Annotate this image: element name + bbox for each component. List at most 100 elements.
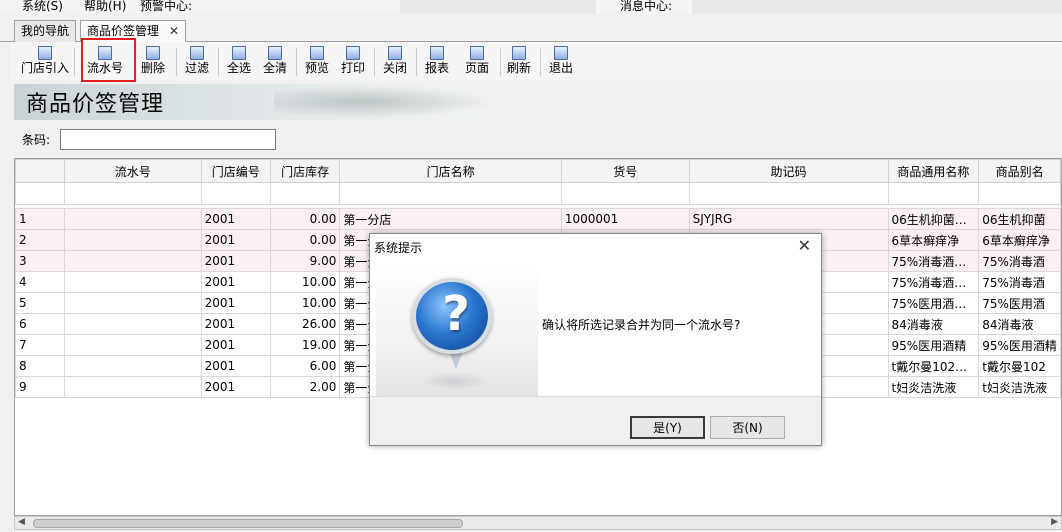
close-button[interactable]: 关闭 <box>380 44 410 78</box>
filter-cell[interactable] <box>887 182 980 205</box>
row-number-cell[interactable]: 4 <box>15 271 65 293</box>
serial-cell[interactable] <box>63 334 202 356</box>
table-row[interactable]: 1 2001 0.00 第一分店 1000001 SJYJRG 06生机抑菌… 06生机抑菌 <box>15 208 1061 230</box>
store-code-cell[interactable]: 2001 <box>200 208 271 230</box>
alias-cell[interactable]: 75%消毒酒 <box>978 250 1061 272</box>
common-name-cell[interactable]: t妇炎洁洗液 <box>887 376 980 398</box>
filter-cell[interactable] <box>339 182 562 205</box>
row-number-cell[interactable]: 8 <box>15 355 65 377</box>
serial-cell[interactable] <box>63 376 202 398</box>
delete-button[interactable]: 删除 <box>138 44 168 78</box>
row-number-cell[interactable]: 9 <box>15 376 65 398</box>
serial-cell[interactable] <box>63 250 202 272</box>
no-button[interactable]: 否(N) <box>710 416 785 439</box>
serial-cell[interactable] <box>63 313 202 335</box>
col-item-no[interactable]: 货号 <box>560 159 690 183</box>
yes-button[interactable]: 是(Y) <box>630 416 705 439</box>
serial-cell[interactable] <box>63 355 202 377</box>
item-no-cell[interactable]: 1000001 <box>560 208 690 230</box>
common-name-cell[interactable]: 84消毒液 <box>887 313 980 335</box>
stock-cell[interactable]: 6.00 <box>269 355 341 377</box>
stock-cell[interactable]: 10.00 <box>269 292 341 314</box>
filter-cell[interactable] <box>200 182 271 205</box>
store-code-cell[interactable]: 2001 <box>200 250 271 272</box>
filter-cell[interactable] <box>560 182 690 205</box>
scroll-right-icon[interactable]: ▶ <box>1051 517 1058 527</box>
filter-cell[interactable] <box>978 182 1061 205</box>
stock-cell[interactable]: 0.00 <box>269 229 341 251</box>
select-all-button[interactable]: 全选 <box>224 44 254 78</box>
store-code-cell[interactable]: 2001 <box>200 334 271 356</box>
mnemonic-cell[interactable]: SJYJRG <box>688 208 889 230</box>
col-store-stock[interactable]: 门店库存 <box>269 159 341 183</box>
alias-cell[interactable]: 84消毒液 <box>978 313 1061 335</box>
common-name-cell[interactable]: 6草本癣痒净 <box>887 229 980 251</box>
col-alias[interactable]: 商品别名 <box>978 159 1061 183</box>
stock-cell[interactable]: 19.00 <box>269 334 341 356</box>
col-serial[interactable]: 流水号 <box>63 159 202 183</box>
scrollbar-thumb[interactable] <box>33 519 463 528</box>
row-number-cell[interactable]: 3 <box>15 250 65 272</box>
scroll-left-icon[interactable]: ◀ <box>18 517 25 527</box>
row-number-cell[interactable]: 7 <box>15 334 65 356</box>
filter-cell[interactable] <box>15 182 65 205</box>
common-name-cell[interactable]: 75%医用酒… <box>887 292 980 314</box>
barcode-input[interactable] <box>60 129 276 150</box>
filter-button[interactable]: 过滤 <box>182 44 212 78</box>
alias-cell[interactable]: 6草本癣痒净 <box>978 229 1061 251</box>
dialog-close-icon[interactable]: ✕ <box>798 236 811 255</box>
row-number-cell[interactable]: 5 <box>15 292 65 314</box>
store-code-cell[interactable]: 2001 <box>200 313 271 335</box>
exit-button[interactable]: 退出 <box>546 44 576 78</box>
store-code-cell[interactable]: 2001 <box>200 292 271 314</box>
alias-cell[interactable]: 75%消毒酒 <box>978 271 1061 293</box>
serial-cell[interactable] <box>63 208 202 230</box>
tab-my-navigation[interactable]: 我的导航 <box>14 20 77 42</box>
stock-cell[interactable]: 26.00 <box>269 313 341 335</box>
store-code-cell[interactable]: 2001 <box>200 376 271 398</box>
report-button[interactable]: 报表 <box>422 44 452 78</box>
row-number-cell[interactable]: 1 <box>15 208 65 230</box>
store-code-cell[interactable]: 2001 <box>200 355 271 377</box>
menu-help[interactable]: 帮助(H) <box>84 0 126 14</box>
row-number-cell[interactable]: 6 <box>15 313 65 335</box>
stock-cell[interactable]: 0.00 <box>269 208 341 230</box>
col-rownum[interactable] <box>15 159 65 183</box>
common-name-cell[interactable]: 75%消毒酒… <box>887 271 980 293</box>
stock-cell[interactable]: 10.00 <box>269 271 341 293</box>
common-name-cell[interactable]: 95%医用酒精 <box>887 334 980 356</box>
alias-cell[interactable]: 06生机抑菌 <box>978 208 1061 230</box>
filter-cell[interactable] <box>63 182 202 205</box>
filter-cell[interactable] <box>688 182 889 205</box>
common-name-cell[interactable]: 75%消毒酒… <box>887 250 980 272</box>
serial-cell[interactable] <box>63 271 202 293</box>
page-button[interactable]: 页面 <box>462 44 492 78</box>
store-name-cell[interactable]: 第一分店 <box>339 208 562 230</box>
filter-cell[interactable] <box>269 182 341 205</box>
print-button[interactable]: 打印 <box>338 44 368 78</box>
store-import-button[interactable]: 门店引入 <box>20 44 70 78</box>
stock-cell[interactable]: 9.00 <box>269 250 341 272</box>
serial-cell[interactable] <box>63 292 202 314</box>
row-number-cell[interactable]: 2 <box>15 229 65 251</box>
col-mnemonic[interactable]: 助记码 <box>688 159 889 183</box>
alias-cell[interactable]: t戴尔曼102 <box>978 355 1061 377</box>
horizontal-scrollbar[interactable]: ◀ ▶ <box>14 516 1062 530</box>
refresh-button[interactable]: 刷新 <box>504 44 534 78</box>
store-code-cell[interactable]: 2001 <box>200 271 271 293</box>
clear-all-button[interactable]: 全清 <box>260 44 290 78</box>
col-store-name[interactable]: 门店名称 <box>339 159 562 183</box>
tab-close-icon[interactable]: ✕ <box>169 24 179 38</box>
alias-cell[interactable]: 75%医用酒 <box>978 292 1061 314</box>
store-code-cell[interactable]: 2001 <box>200 229 271 251</box>
col-common-name[interactable]: 商品通用名称 <box>887 159 980 183</box>
alias-cell[interactable]: 95%医用酒精 <box>978 334 1061 356</box>
preview-button[interactable]: 预览 <box>302 44 332 78</box>
common-name-cell[interactable]: 06生机抑菌… <box>887 208 980 230</box>
alias-cell[interactable]: t妇炎洁洗液 <box>978 376 1061 398</box>
menu-system[interactable]: 系统(S) <box>22 0 63 14</box>
serial-cell[interactable] <box>63 229 202 251</box>
stock-cell[interactable]: 2.00 <box>269 376 341 398</box>
common-name-cell[interactable]: t戴尔曼102… <box>887 355 980 377</box>
col-store-code[interactable]: 门店编号 <box>200 159 271 183</box>
